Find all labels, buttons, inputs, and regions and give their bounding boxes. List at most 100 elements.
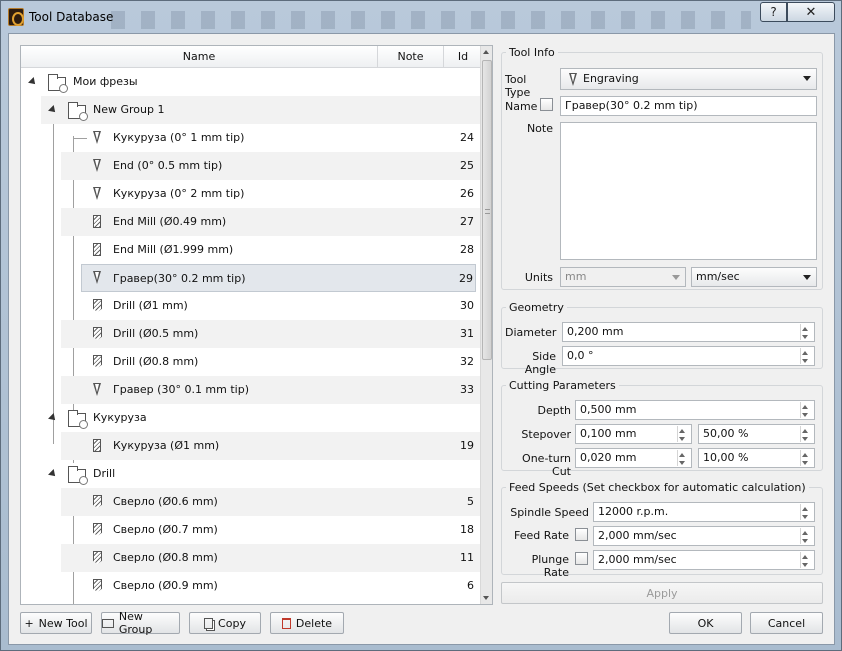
speed-units-select[interactable]: mm/sec <box>691 267 817 287</box>
feed-rate-auto-checkbox[interactable] <box>575 528 588 541</box>
tool-id: 11 <box>460 551 474 564</box>
tool-id: 18 <box>460 523 474 536</box>
tool-row[interactable]: Кукуруза (0° 2 mm tip) 26 <box>61 180 482 208</box>
drill-icon <box>93 355 102 368</box>
collapse-icon[interactable] <box>48 469 58 479</box>
spindle-speed-label: Spindle Speed <box>510 506 589 519</box>
feed-rate-field[interactable]: 2,000 mm/sec <box>593 526 815 546</box>
stepover-field[interactable]: 0,100 mm <box>575 424 692 444</box>
tool-type-select[interactable]: Engraving <box>560 68 817 90</box>
tool-row[interactable]: End Mill (Ø1.999 mm) 28 <box>61 236 482 264</box>
folder-icon <box>68 410 88 429</box>
plunge-rate-field[interactable]: 2,000 mm/sec <box>593 550 815 570</box>
diameter-field[interactable]: 0,200 mm <box>562 322 815 342</box>
tool-row-selected[interactable]: Гравер(30° 0.2 mm tip) 29 <box>81 264 476 292</box>
cancel-button[interactable]: Cancel <box>750 612 823 634</box>
stepover-percent-field[interactable]: 50,00 % <box>698 424 815 444</box>
spin-arrows-icon[interactable] <box>677 451 689 467</box>
column-name-header[interactable]: Name <box>21 46 378 68</box>
window-title: Tool Database <box>29 10 114 24</box>
close-button[interactable]: ✕ <box>787 2 835 22</box>
tool-row[interactable]: Сверло (Ø0.9 mm) 6 <box>61 572 482 600</box>
end-mill-icon <box>93 215 101 228</box>
tree-group-row[interactable]: New Group 1 <box>41 96 482 124</box>
tool-row[interactable]: End Mill (Ø0.49 mm) 27 <box>61 208 482 236</box>
units-label: Units <box>524 271 553 284</box>
scroll-thumb[interactable] <box>482 60 492 360</box>
new-group-button[interactable]: New Group <box>101 610 180 636</box>
name-auto-checkbox[interactable] <box>540 98 553 111</box>
tool-id: 24 <box>460 131 474 144</box>
collapse-icon[interactable] <box>28 77 38 87</box>
tool-row[interactable]: Сверло (Ø0.7 mm) 18 <box>61 516 482 544</box>
end-mill-icon <box>93 439 101 452</box>
folder-icon <box>102 618 114 628</box>
one-turn-cut-percent-field[interactable]: 10,00 % <box>698 448 815 468</box>
tree-scrollbar[interactable] <box>480 46 492 604</box>
spin-arrows-icon[interactable] <box>800 553 812 569</box>
depth-label: Depth <box>537 404 571 417</box>
spin-arrows-icon[interactable] <box>800 505 812 521</box>
new-group-label: New Group <box>118 610 153 636</box>
tool-label: End Mill (Ø1.999 mm) <box>113 243 234 256</box>
column-note-header[interactable]: Note <box>378 46 444 68</box>
tool-id: 6 <box>467 579 474 592</box>
spindle-speed-field[interactable]: 12000 r.p.m. <box>593 502 815 522</box>
tool-tree[interactable]: Name Note Id Мои фрезы New Group 1 Кукур… <box>20 45 493 605</box>
plunge-rate-auto-checkbox[interactable] <box>575 552 588 565</box>
new-tool-button[interactable]: + New Tool <box>20 612 92 634</box>
tool-row[interactable]: Сверло (Ø0.6 mm) 5 <box>61 488 482 516</box>
v-bit-icon <box>93 187 102 200</box>
copy-button[interactable]: Copy <box>189 612 261 634</box>
column-id-header[interactable]: Id <box>444 46 482 68</box>
copy-icon <box>204 617 214 629</box>
spin-arrows-icon[interactable] <box>800 403 812 419</box>
side-angle-field[interactable]: 0,0 ° <box>562 346 815 366</box>
tool-row[interactable]: Кукуруза (0° 1 mm tip) 24 <box>61 124 482 152</box>
cutting-parameters-title: Cutting Parameters <box>506 379 619 392</box>
feed-rate-label: Feed Rate <box>514 529 569 542</box>
spin-arrows-icon[interactable] <box>800 427 812 443</box>
tree-group-row[interactable]: Кукуруза <box>41 404 482 432</box>
note-textarea[interactable] <box>560 122 817 260</box>
scroll-up-arrow-icon[interactable] <box>481 46 492 58</box>
tool-row[interactable]: Drill (Ø1 mm) 30 <box>61 292 482 320</box>
drill-icon <box>93 551 102 564</box>
tool-label: Кукуруза (0° 1 mm tip) <box>113 131 245 144</box>
one-turn-cut-percent-value: 10,00 % <box>703 451 749 464</box>
tool-label: Сверло (Ø0.6 mm) <box>113 495 218 508</box>
copy-label: Copy <box>218 616 246 630</box>
tool-row[interactable]: End (0° 0.5 mm tip) 25 <box>61 152 482 180</box>
one-turn-cut-field[interactable]: 0,020 mm <box>575 448 692 468</box>
tool-type-label: Tool Type <box>505 73 531 99</box>
stepover-value: 0,100 mm <box>580 427 637 440</box>
scroll-down-arrow-icon[interactable] <box>481 592 492 604</box>
tool-label: Сверло (Ø0.9 mm) <box>113 579 218 592</box>
tool-row[interactable]: Гравер (30° 0.1 mm tip) 33 <box>61 376 482 404</box>
window-frame: Tool Database ? ✕ Name Note Id Мои фрезы <box>0 0 842 651</box>
name-field[interactable]: Гравер(30° 0.2 mm tip) <box>560 96 817 116</box>
spin-arrows-icon[interactable] <box>800 325 812 341</box>
apply-button[interactable]: Apply <box>501 582 823 604</box>
ok-button[interactable]: OK <box>669 612 742 634</box>
collapse-icon[interactable] <box>48 105 58 115</box>
collapse-icon[interactable] <box>48 413 58 423</box>
spin-arrows-icon[interactable] <box>677 427 689 443</box>
spin-arrows-icon[interactable] <box>800 451 812 467</box>
side-angle-value: 0,0 ° <box>567 349 594 362</box>
tree-root-label: Мои фрезы <box>73 75 138 88</box>
tree-group-row[interactable]: Drill <box>41 460 482 488</box>
tool-row[interactable]: Drill (Ø0.5 mm) 31 <box>61 320 482 348</box>
tree-root-row[interactable]: Мои фрезы <box>21 68 482 96</box>
tool-row[interactable]: Сверло (Ø0.8 mm) 11 <box>61 544 482 572</box>
spin-arrows-icon[interactable] <box>800 529 812 545</box>
tool-row[interactable]: Кукуруза (Ø1 mm) 19 <box>61 432 482 460</box>
delete-button[interactable]: Delete <box>270 612 344 634</box>
drill-icon <box>93 579 102 592</box>
tool-id: 33 <box>460 383 474 396</box>
v-bit-icon <box>93 131 102 144</box>
help-button[interactable]: ? <box>760 2 787 22</box>
depth-field[interactable]: 0,500 mm <box>575 400 815 420</box>
spin-arrows-icon[interactable] <box>800 349 812 365</box>
tool-row[interactable]: Drill (Ø0.8 mm) 32 <box>61 348 482 376</box>
